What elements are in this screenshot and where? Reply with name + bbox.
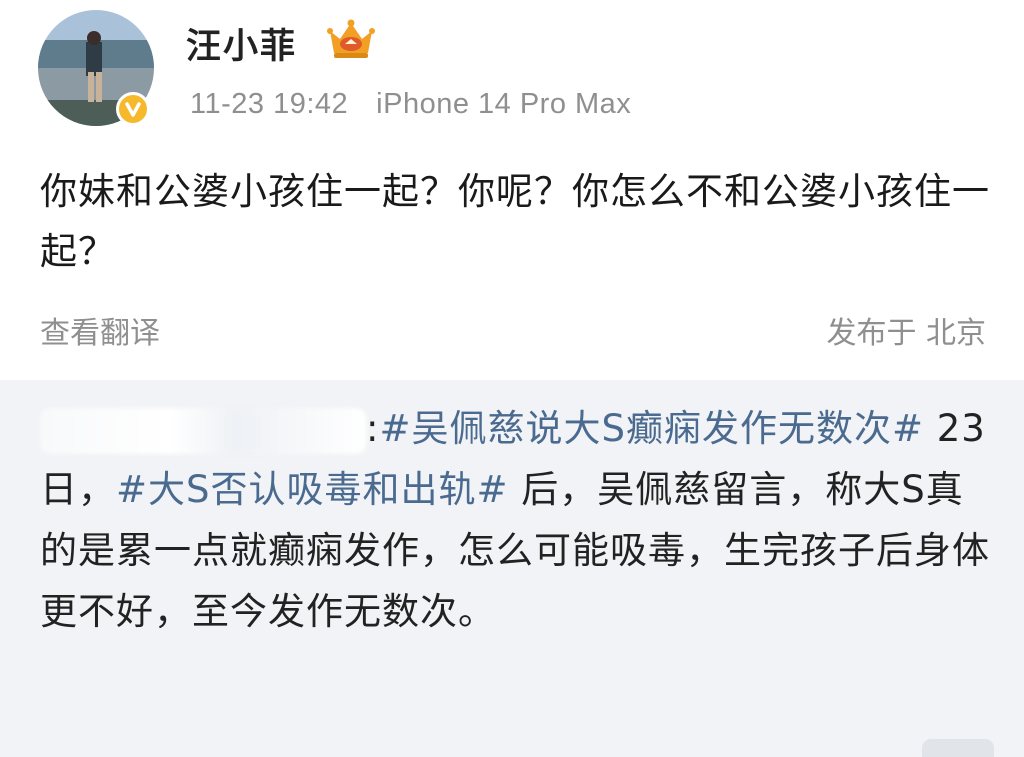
post-time: 11-23 19:42 [190, 88, 349, 120]
post-device: iPhone 14 Pro Max [376, 88, 632, 120]
username[interactable]: 汪小菲 [186, 18, 297, 69]
crown-badge-icon [326, 17, 376, 65]
repost-text: :#吴佩慈说大S癫痫发作无数次# 23日，#大S否认吸毒和出轨# 后，吴佩慈留言… [40, 398, 995, 642]
repost-block[interactable]: :#吴佩慈说大S癫痫发作无数次# 23日，#大S否认吸毒和出轨# 后，吴佩慈留言… [0, 380, 1024, 757]
post-text: 你妹和公婆小孩住一起？你呢？你怎么不和公婆小孩住一起？ [40, 170, 990, 273]
redacted-author [40, 407, 366, 454]
repost-separator: : [366, 407, 380, 450]
translate-link[interactable]: 查看翻译 [40, 308, 160, 352]
post-location: 发布于 北京 [826, 316, 986, 351]
post-meta: 11-23 19:42 iPhone 14 Pro Max [190, 88, 631, 121]
more-button[interactable] [922, 739, 994, 757]
hashtag-link[interactable]: #大S否认吸毒和出轨# [116, 468, 509, 511]
verified-badge-icon [116, 92, 150, 126]
hashtag-link[interactable]: #吴佩慈说大S癫痫发作无数次# [379, 407, 924, 450]
